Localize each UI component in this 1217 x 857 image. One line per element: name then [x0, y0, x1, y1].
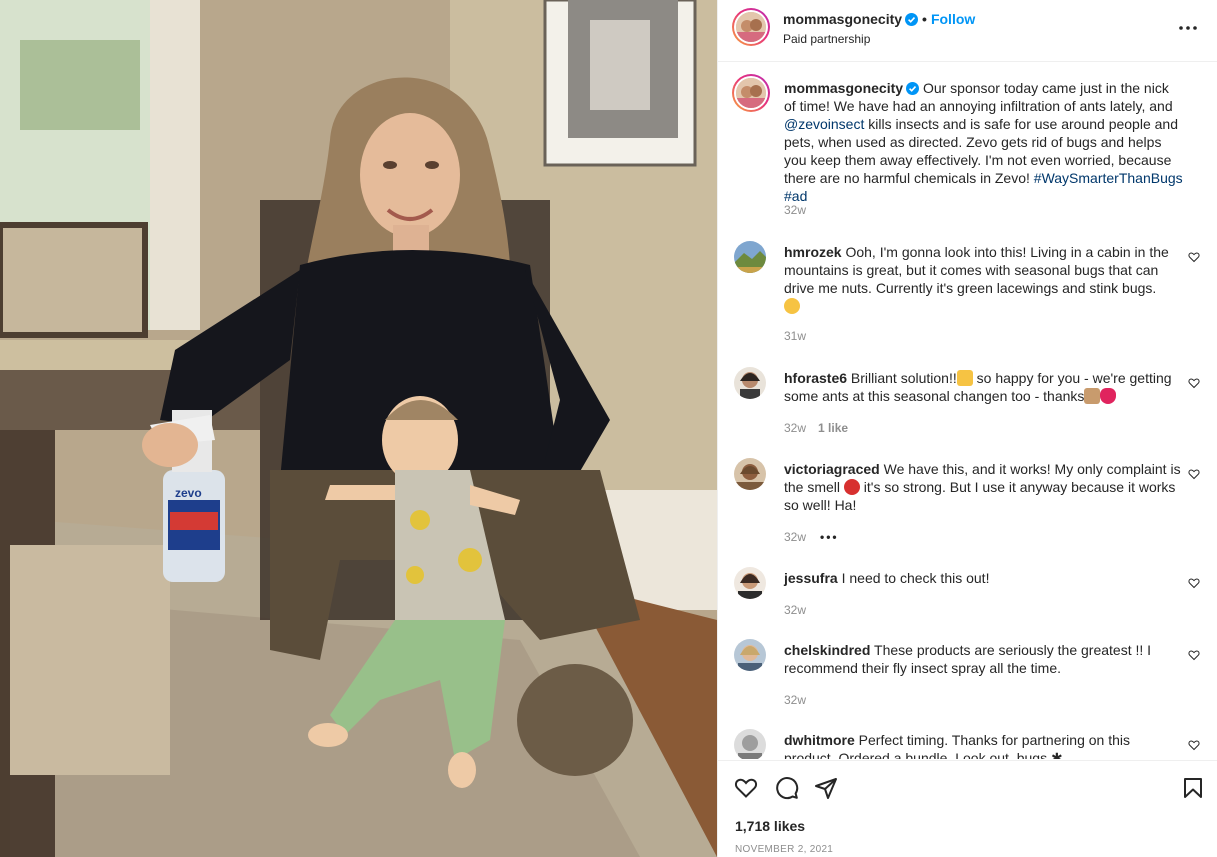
- commenter-username[interactable]: dwhitmore: [784, 732, 855, 748]
- raising-hands-icon: [956, 370, 973, 386]
- follow-button[interactable]: Follow: [931, 11, 975, 27]
- comment-meta: 32w •••: [784, 530, 839, 544]
- caption-time[interactable]: 32w: [784, 203, 806, 217]
- post-photo-image: [0, 0, 717, 857]
- commenter-username[interactable]: hmrozek: [784, 244, 842, 260]
- comment-time[interactable]: 32w: [784, 530, 806, 544]
- paid-partnership-label[interactable]: Paid partnership: [783, 32, 870, 46]
- commenter-avatar[interactable]: [734, 729, 766, 759]
- caption-mention[interactable]: @zevoinsect: [784, 116, 864, 132]
- share-icon[interactable]: [814, 776, 838, 800]
- comment-meta: 32w 1 like: [784, 421, 848, 435]
- verified-badge-icon: [905, 13, 919, 26]
- heart-icon[interactable]: [1188, 577, 1200, 589]
- thumbs-up-icon: [1084, 388, 1101, 404]
- comments-list[interactable]: mommasgonecity Our sponsor today came ju…: [718, 63, 1217, 759]
- product-label: zevo: [175, 486, 202, 500]
- comment-likes[interactable]: 1 like: [818, 421, 848, 435]
- heart-icon[interactable]: [1188, 649, 1200, 661]
- caption-author-avatar[interactable]: [732, 74, 770, 112]
- caption-username[interactable]: mommasgonecity: [784, 80, 903, 96]
- likes-count[interactable]: 1,718 likes: [735, 818, 805, 834]
- comment-body: Ooh, I'm gonna look into this! Living in…: [784, 244, 1169, 296]
- commenter-username[interactable]: victoriagraced: [784, 461, 880, 477]
- commenter-avatar[interactable]: [734, 458, 766, 490]
- comment-text: dwhitmore Perfect timing. Thanks for par…: [784, 731, 1182, 759]
- heart-icon[interactable]: [1188, 739, 1200, 751]
- comment-body: I need to check this out!: [841, 570, 990, 586]
- comment-meta: 32w: [784, 603, 806, 617]
- comment-more-options[interactable]: •••: [820, 530, 839, 544]
- commenter-username[interactable]: chelskindred: [784, 642, 870, 658]
- commenter-username[interactable]: hforaste6: [784, 370, 847, 386]
- more-options-icon[interactable]: [1178, 20, 1198, 36]
- confounded-face-icon: [784, 298, 800, 314]
- header-separator: •: [922, 11, 927, 27]
- caption-text: mommasgonecity Our sponsor today came ju…: [784, 79, 1184, 205]
- heart-icon[interactable]: [734, 776, 758, 800]
- comment-time[interactable]: 32w: [784, 693, 806, 707]
- post-actions: 1,718 likes NOVEMBER 2, 2021: [718, 760, 1217, 857]
- post-side-panel: mommasgonecity • Follow Paid partnership m…: [717, 0, 1217, 857]
- heart-icon[interactable]: [1188, 251, 1200, 263]
- header-username-row: mommasgonecity • Follow: [783, 11, 975, 27]
- author-username[interactable]: mommasgonecity: [783, 11, 902, 27]
- post-header: mommasgonecity • Follow Paid partnership: [718, 0, 1217, 62]
- caption-hashtag[interactable]: #ad: [784, 188, 807, 204]
- comment-meta: 31w: [784, 329, 806, 343]
- commenter-avatar[interactable]: [734, 367, 766, 399]
- commenter-avatar[interactable]: [734, 241, 766, 273]
- comment-text: jessufra I need to check this out!: [784, 569, 1182, 587]
- comment-text: chelskindred These products are seriousl…: [784, 641, 1182, 677]
- comment-text: hmrozek Ooh, I'm gonna look into this! L…: [784, 243, 1182, 315]
- author-avatar[interactable]: [732, 8, 770, 46]
- comment-time[interactable]: 31w: [784, 329, 806, 343]
- bookmark-icon[interactable]: [1181, 776, 1205, 800]
- verified-badge-icon: [906, 82, 920, 95]
- commenter-avatar[interactable]: [734, 567, 766, 599]
- caption-hashtag[interactable]: #WaySmarterThanBugs: [1034, 170, 1183, 186]
- post-photo[interactable]: zevo: [0, 0, 717, 857]
- comment-text: hforaste6 Brilliant solution!! so happy …: [784, 369, 1182, 405]
- heart-icon[interactable]: [1188, 377, 1200, 389]
- comment-time[interactable]: 32w: [784, 421, 806, 435]
- bug-icon: ✱: [1050, 750, 1063, 759]
- comment-text: victoriagraced We have this, and it work…: [784, 460, 1182, 514]
- commenter-username[interactable]: jessufra: [784, 570, 838, 586]
- face-with-symbols-icon: [843, 479, 860, 495]
- comment-body: Brilliant solution!!: [850, 370, 957, 386]
- heart-icon[interactable]: [1188, 468, 1200, 480]
- red-heart-icon: [1100, 388, 1117, 404]
- caption-meta: 32w: [784, 203, 806, 217]
- post-date[interactable]: NOVEMBER 2, 2021: [735, 844, 833, 855]
- comment-meta: 32w: [784, 693, 806, 707]
- comment-icon[interactable]: [775, 776, 799, 800]
- commenter-avatar[interactable]: [734, 639, 766, 671]
- comment-time[interactable]: 32w: [784, 603, 806, 617]
